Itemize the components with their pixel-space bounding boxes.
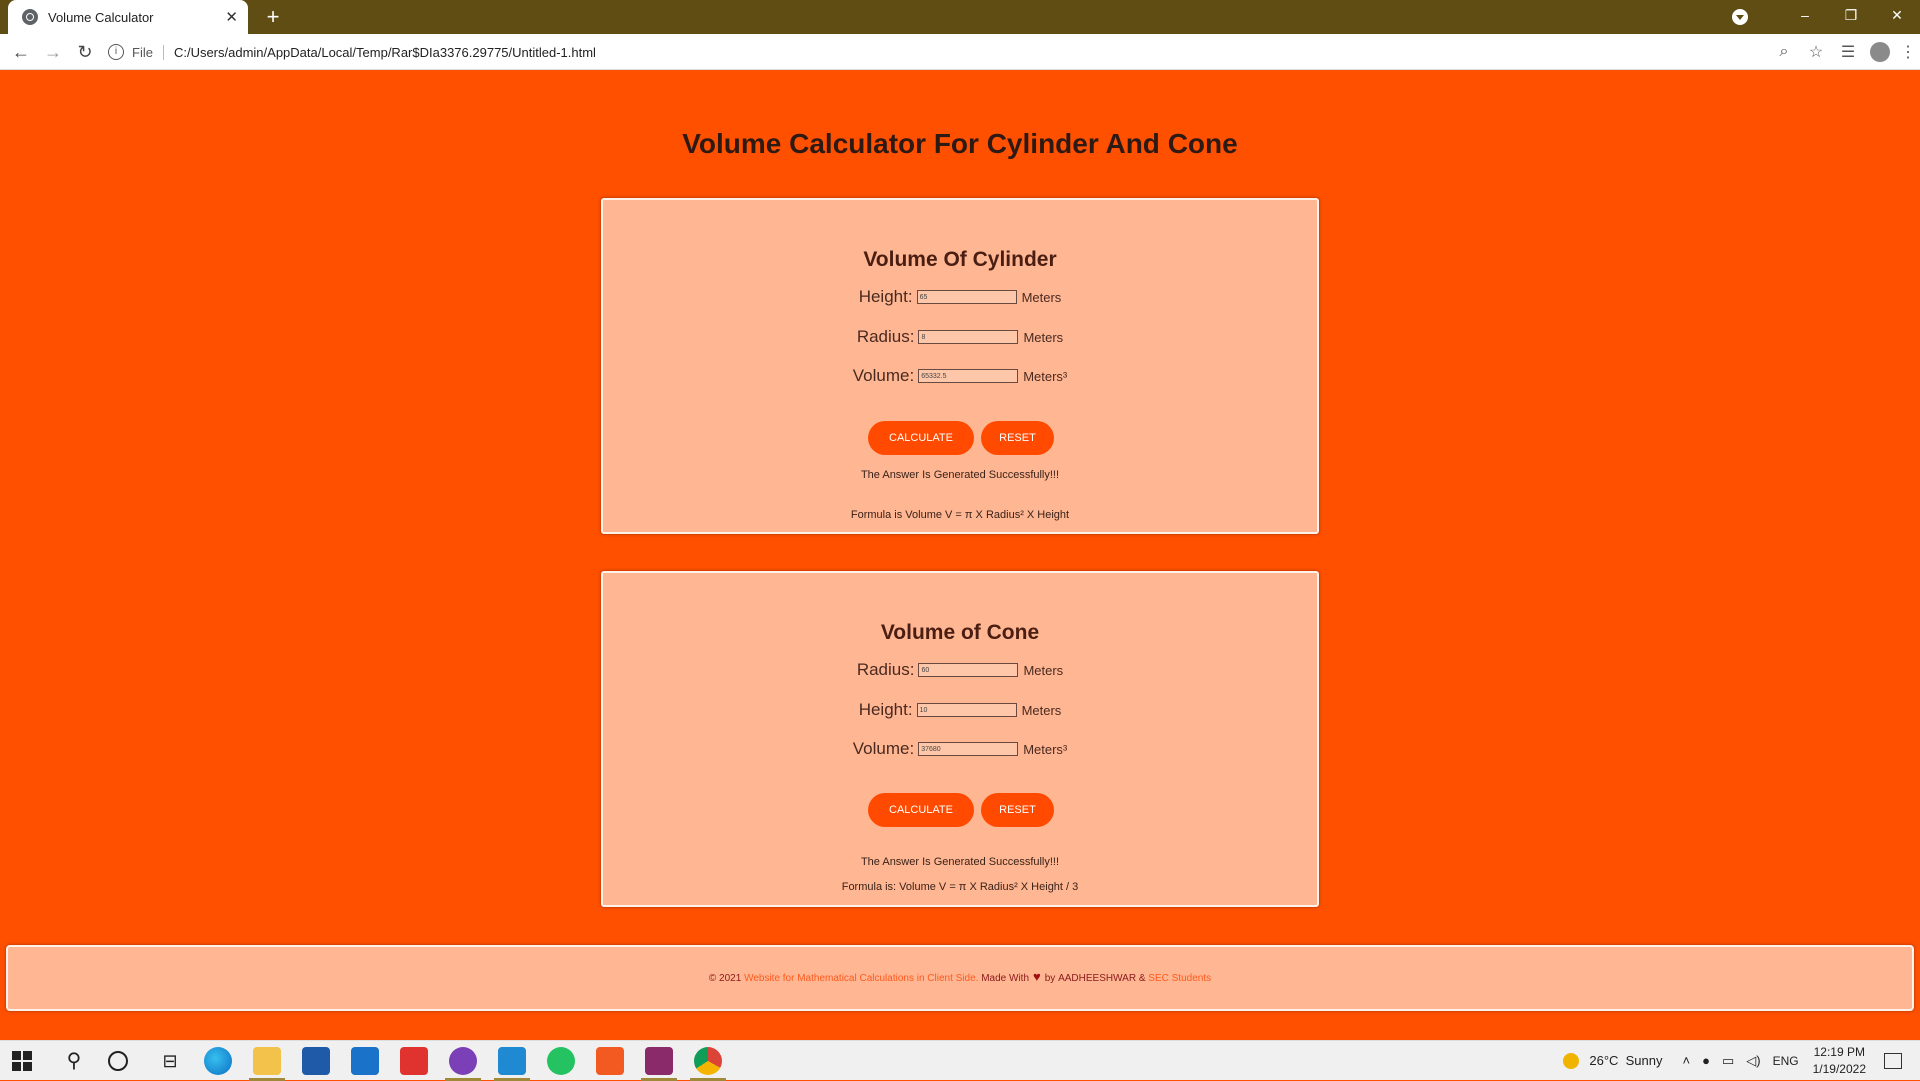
volume-icon[interactable]: ◁): [1746, 1053, 1760, 1069]
volume-unit: Meters³: [1023, 741, 1068, 757]
height-label: Height:: [858, 700, 913, 719]
forward-icon[interactable]: →: [40, 39, 66, 65]
store-icon[interactable]: [302, 1047, 330, 1075]
restore-button[interactable]: ❐: [1828, 0, 1874, 34]
cylinder-height-input[interactable]: [916, 290, 1017, 304]
cylinder-formula: Formula is Volume V = π X Radius² X Heig…: [850, 509, 1070, 521]
search-icon[interactable]: ⚲: [60, 1047, 88, 1075]
chrome-icon[interactable]: [690, 1047, 726, 1081]
cortana-icon[interactable]: [108, 1051, 128, 1071]
ampersand: &: [1138, 972, 1146, 984]
copyright: © 2021: [708, 972, 742, 984]
address-bar[interactable]: i File C:/Users/admin/AppData/Local/Temp…: [108, 39, 1798, 65]
clock-time: 12:19 PM: [1813, 1044, 1865, 1059]
cone-volume-row: Volume: Meters³: [603, 739, 1317, 759]
height-unit: Meters: [1021, 289, 1062, 305]
clock-date: 1/19/2022: [1812, 1061, 1866, 1076]
weather-temp[interactable]: 26°C: [1589, 1053, 1618, 1068]
cylinder-status-message: The Answer Is Generated Successfully!!!: [860, 469, 1060, 481]
minimize-button[interactable]: –: [1782, 0, 1828, 34]
profile-avatar-icon[interactable]: [1870, 42, 1890, 62]
page-footer: © 2021 Website for Mathematical Calculat…: [6, 945, 1914, 1011]
org-link[interactable]: SEC Students: [1148, 973, 1211, 984]
whatsapp-icon[interactable]: [547, 1047, 575, 1075]
cylinder-radius-input[interactable]: [918, 330, 1019, 344]
site-link[interactable]: Website for Mathematical Calculations in…: [744, 973, 978, 984]
cone-height-input[interactable]: [916, 703, 1017, 717]
heart-icon: ♥: [1033, 968, 1041, 984]
volume-label: Volume:: [852, 366, 915, 385]
cone-radius-row: Radius: Meters: [603, 660, 1317, 680]
cylinder-calculate-button[interactable]: CALCULATE: [868, 421, 974, 455]
cone-radius-input[interactable]: [918, 663, 1019, 677]
brave-icon[interactable]: [596, 1047, 624, 1075]
browser-tab[interactable]: Volume Calculator ✕: [8, 0, 248, 34]
windows-taskbar: ⚲ ⊟ 26°C Sunny ˄ ● ▭ ◁) ENG 12:19 PM 1/1…: [0, 1040, 1920, 1081]
weather-desc[interactable]: Sunny: [1626, 1053, 1663, 1068]
chevron-up-icon[interactable]: ˄: [1683, 1053, 1691, 1068]
url-text[interactable]: C:/Users/admin/AppData/Local/Temp/Rar$DI…: [174, 45, 596, 60]
clock[interactable]: 12:19 PM 1/19/2022: [1813, 1044, 1866, 1078]
task-view-icon[interactable]: ⊟: [156, 1047, 184, 1075]
microphone-icon[interactable]: ●: [1702, 1053, 1710, 1068]
url-scheme: File: [132, 44, 164, 60]
info-icon[interactable]: i: [108, 44, 124, 60]
cone-card: Volume of Cone Radius: Meters Height: Me…: [601, 571, 1319, 907]
page-title: Volume Calculator For Cylinder And Cone: [682, 128, 1238, 159]
cone-formula: Formula is: Volume V = π X Radius² X Hei…: [841, 881, 1079, 893]
weather-sun-icon[interactable]: [1563, 1052, 1580, 1069]
tab-title: Volume Calculator: [48, 9, 154, 25]
vscode-icon[interactable]: [494, 1047, 530, 1081]
cylinder-heading: Volume Of Cylinder: [863, 248, 1057, 271]
tab-close-icon[interactable]: ✕: [225, 8, 238, 26]
browser-toolbar: ← → ↻ i File C:/Users/admin/AppData/Loca…: [0, 34, 1920, 70]
reading-list-icon[interactable]: ☰: [1832, 42, 1864, 62]
height-label: Height:: [858, 287, 913, 306]
system-tray: 26°C Sunny ˄ ● ▭ ◁) ENG 12:19 PM 1/19/20…: [1563, 1041, 1920, 1080]
file-explorer-icon[interactable]: [249, 1047, 285, 1081]
cylinder-volume-row: Volume: Meters³: [603, 366, 1317, 386]
notifications-icon[interactable]: [1884, 1052, 1902, 1069]
back-icon[interactable]: ←: [8, 39, 34, 65]
bookmark-star-icon[interactable]: ☆: [1800, 42, 1832, 62]
radius-unit: Meters: [1023, 662, 1064, 678]
language-indicator[interactable]: ENG: [1773, 1054, 1799, 1068]
made-with-text: Made With: [981, 972, 1030, 984]
zoom-icon[interactable]: ⌕: [1768, 43, 1800, 61]
cone-heading: Volume of Cone: [880, 621, 1040, 644]
cone-status-message: The Answer Is Generated Successfully!!!: [860, 856, 1060, 868]
globe-icon: [22, 9, 38, 25]
radius-label: Radius:: [856, 327, 915, 346]
tab-search-icon[interactable]: [1732, 9, 1748, 25]
windows-start-icon[interactable]: [12, 1051, 32, 1071]
cone-reset-button[interactable]: RESET: [981, 793, 1054, 827]
cylinder-radius-row: Radius: Meters: [603, 327, 1317, 347]
winrar-icon[interactable]: [641, 1047, 677, 1081]
cone-calculate-button[interactable]: CALCULATE: [868, 793, 974, 827]
radius-label: Radius:: [856, 660, 915, 679]
mail-icon[interactable]: [351, 1047, 379, 1075]
browser-tab-strip: Volume Calculator ✕ + – ❐ ✕: [0, 0, 1920, 34]
by-text: by: [1044, 972, 1056, 984]
cone-height-row: Height: Meters: [603, 700, 1317, 720]
author-name: AADHEESHWAR: [1058, 972, 1137, 984]
cylinder-card: Volume Of Cylinder Height: Meters Radius…: [601, 198, 1319, 534]
cylinder-reset-button[interactable]: RESET: [981, 421, 1054, 455]
volume-label: Volume:: [852, 739, 915, 758]
chat-app-icon[interactable]: [445, 1047, 481, 1081]
network-icon[interactable]: ▭: [1722, 1053, 1734, 1069]
volume-unit: Meters³: [1023, 368, 1068, 384]
cylinder-height-row: Height: Meters: [603, 287, 1317, 307]
new-tab-button[interactable]: +: [260, 4, 286, 30]
cylinder-volume-output[interactable]: [918, 369, 1019, 383]
wps-office-icon[interactable]: [400, 1047, 428, 1075]
edge-icon[interactable]: [204, 1047, 232, 1075]
close-window-button[interactable]: ✕: [1874, 0, 1920, 34]
menu-icon[interactable]: ⋮: [1896, 42, 1920, 62]
radius-unit: Meters: [1023, 329, 1064, 345]
reload-icon[interactable]: ↻: [72, 39, 98, 65]
height-unit: Meters: [1021, 702, 1062, 718]
cone-volume-output[interactable]: [918, 742, 1019, 756]
